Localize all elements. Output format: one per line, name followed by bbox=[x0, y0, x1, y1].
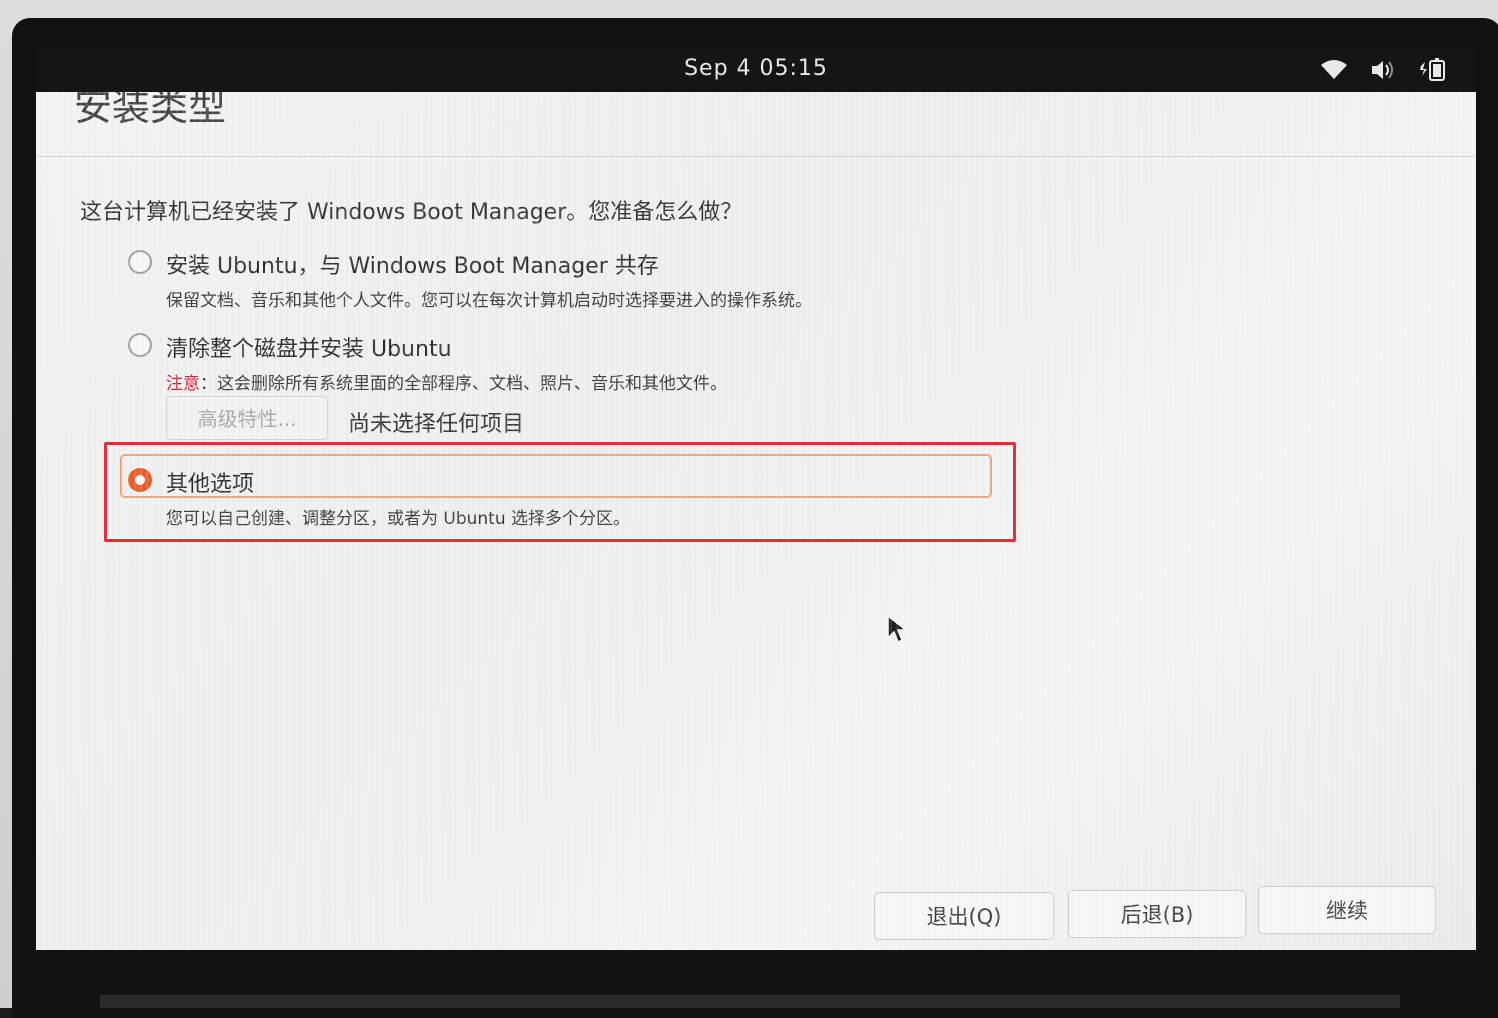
system-tray[interactable] bbox=[1320, 58, 1448, 82]
option-coexist-radio[interactable] bbox=[128, 250, 152, 274]
option-erase-disk-radio[interactable] bbox=[128, 333, 152, 357]
continue-button[interactable]: 继续 bbox=[1258, 886, 1436, 934]
title-divider bbox=[36, 156, 1476, 157]
advanced-features-button[interactable]: 高级特性... bbox=[166, 396, 328, 440]
annotation-highlight-box bbox=[104, 442, 1016, 542]
top-bar: Sep 4 05:15 bbox=[36, 46, 1476, 92]
wifi-icon[interactable] bbox=[1320, 59, 1348, 81]
window-title: 安装类型 bbox=[74, 92, 227, 129]
option-coexist-description: 保留文档、音乐和其他个人文件。您可以在每次计算机启动时选择要进入的操作系统。 bbox=[166, 291, 812, 311]
volume-icon[interactable] bbox=[1370, 59, 1396, 81]
option-erase-disk-description: 注意：这会删除所有系统里面的全部程序、文档、照片、音乐和其他文件。 bbox=[166, 369, 727, 394]
battery-icon[interactable] bbox=[1418, 58, 1448, 82]
clock[interactable]: Sep 4 05:15 bbox=[36, 56, 1476, 81]
install-question: 这台计算机已经安装了 Windows Boot Manager。您准备怎么做？ bbox=[80, 200, 743, 225]
warning-text: ：这会删除所有系统里面的全部程序、文档、照片、音乐和其他文件。 bbox=[200, 374, 727, 394]
advanced-status: 尚未选择任何项目 bbox=[348, 412, 525, 437]
warning-label: 注意 bbox=[166, 374, 200, 394]
quit-button[interactable]: 退出(Q) bbox=[874, 892, 1054, 940]
option-coexist-label[interactable]: 安装 Ubuntu，与 Windows Boot Manager 共存 bbox=[166, 248, 659, 280]
laptop-hinge bbox=[100, 995, 1400, 1008]
mouse-pointer-icon bbox=[886, 614, 909, 648]
option-erase-disk-label[interactable]: 清除整个磁盘并安装 Ubuntu bbox=[166, 331, 452, 363]
back-button[interactable]: 后退(B) bbox=[1068, 890, 1246, 938]
